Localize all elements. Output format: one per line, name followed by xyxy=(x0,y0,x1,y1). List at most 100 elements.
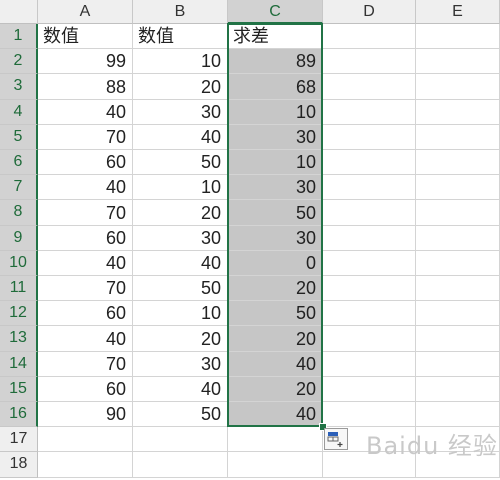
row-header-1[interactable]: 1 xyxy=(0,24,38,49)
row-header-18[interactable]: 18 xyxy=(0,452,38,478)
cell-e4[interactable] xyxy=(416,100,500,125)
row-header-6[interactable]: 6 xyxy=(0,150,38,175)
cell-b2[interactable]: 10 xyxy=(133,49,228,74)
cell-d9[interactable] xyxy=(323,226,416,251)
cell-b16[interactable]: 50 xyxy=(133,402,228,427)
cell-b12[interactable]: 10 xyxy=(133,301,228,326)
cell-a9[interactable]: 60 xyxy=(38,226,133,251)
row-header-15[interactable]: 15 xyxy=(0,377,38,402)
cell-c15[interactable]: 20 xyxy=(228,377,323,402)
row-header-7[interactable]: 7 xyxy=(0,175,38,200)
cell-c12[interactable]: 50 xyxy=(228,301,323,326)
cell-e1[interactable] xyxy=(416,24,500,49)
cell-c13[interactable]: 20 xyxy=(228,326,323,352)
row-header-14[interactable]: 14 xyxy=(0,352,38,377)
row-header-17[interactable]: 17 xyxy=(0,427,38,452)
row-header-12[interactable]: 12 xyxy=(0,301,38,326)
cell-a18[interactable] xyxy=(38,452,133,478)
cell-c7[interactable]: 30 xyxy=(228,175,323,200)
cell-e9[interactable] xyxy=(416,226,500,251)
cell-e8[interactable] xyxy=(416,200,500,226)
cell-c6[interactable]: 10 xyxy=(228,150,323,175)
cell-a6[interactable]: 60 xyxy=(38,150,133,175)
cell-e13[interactable] xyxy=(416,326,500,352)
cell-c14[interactable]: 40 xyxy=(228,352,323,377)
spreadsheet-grid[interactable]: A B C D E 1 数值 数值 求差 2 99 10 89 3 88 20 68 4 40 30 10 5 70 40 30… xyxy=(0,0,500,480)
cell-e14[interactable] xyxy=(416,352,500,377)
cell-b9[interactable]: 30 xyxy=(133,226,228,251)
row-header-13[interactable]: 13 xyxy=(0,326,38,352)
cell-c4[interactable]: 10 xyxy=(228,100,323,125)
cell-d1[interactable] xyxy=(323,24,416,49)
cell-d11[interactable] xyxy=(323,276,416,301)
row-header-4[interactable]: 4 xyxy=(0,100,38,125)
cell-e10[interactable] xyxy=(416,251,500,276)
cell-c1[interactable]: 求差 xyxy=(228,24,323,49)
cell-a8[interactable]: 70 xyxy=(38,200,133,226)
cell-b8[interactable]: 20 xyxy=(133,200,228,226)
cell-b17[interactable] xyxy=(133,427,228,452)
quick-analysis-button[interactable] xyxy=(324,428,348,450)
cell-a17[interactable] xyxy=(38,427,133,452)
cell-e2[interactable] xyxy=(416,49,500,74)
cell-b11[interactable]: 50 xyxy=(133,276,228,301)
cell-b7[interactable]: 10 xyxy=(133,175,228,200)
cell-b3[interactable]: 20 xyxy=(133,74,228,100)
cell-a15[interactable]: 60 xyxy=(38,377,133,402)
cell-c11[interactable]: 20 xyxy=(228,276,323,301)
select-all-corner[interactable] xyxy=(0,0,38,24)
row-header-2[interactable]: 2 xyxy=(0,49,38,74)
cell-a3[interactable]: 88 xyxy=(38,74,133,100)
cell-e7[interactable] xyxy=(416,175,500,200)
cell-e11[interactable] xyxy=(416,276,500,301)
column-header-a[interactable]: A xyxy=(38,0,133,24)
cell-a2[interactable]: 99 xyxy=(38,49,133,74)
cell-d14[interactable] xyxy=(323,352,416,377)
cell-a13[interactable]: 40 xyxy=(38,326,133,352)
cell-d8[interactable] xyxy=(323,200,416,226)
cell-a14[interactable]: 70 xyxy=(38,352,133,377)
cell-a11[interactable]: 70 xyxy=(38,276,133,301)
cell-d13[interactable] xyxy=(323,326,416,352)
cell-c16[interactable]: 40 xyxy=(228,402,323,427)
column-header-b[interactable]: B xyxy=(133,0,228,24)
cell-e12[interactable] xyxy=(416,301,500,326)
cell-b6[interactable]: 50 xyxy=(133,150,228,175)
cell-b14[interactable]: 30 xyxy=(133,352,228,377)
cell-d7[interactable] xyxy=(323,175,416,200)
cell-d10[interactable] xyxy=(323,251,416,276)
cell-b13[interactable]: 20 xyxy=(133,326,228,352)
cell-c17[interactable] xyxy=(228,427,323,452)
cell-d5[interactable] xyxy=(323,125,416,150)
cell-e3[interactable] xyxy=(416,74,500,100)
row-header-16[interactable]: 16 xyxy=(0,402,38,427)
cell-b1[interactable]: 数值 xyxy=(133,24,228,49)
cell-c8[interactable]: 50 xyxy=(228,200,323,226)
column-header-d[interactable]: D xyxy=(323,0,416,24)
row-header-8[interactable]: 8 xyxy=(0,200,38,226)
row-header-10[interactable]: 10 xyxy=(0,251,38,276)
cell-a16[interactable]: 90 xyxy=(38,402,133,427)
cell-a12[interactable]: 60 xyxy=(38,301,133,326)
row-header-5[interactable]: 5 xyxy=(0,125,38,150)
cell-c10[interactable]: 0 xyxy=(228,251,323,276)
cell-d12[interactable] xyxy=(323,301,416,326)
cell-d3[interactable] xyxy=(323,74,416,100)
cell-a4[interactable]: 40 xyxy=(38,100,133,125)
cell-d15[interactable] xyxy=(323,377,416,402)
cell-a5[interactable]: 70 xyxy=(38,125,133,150)
cell-c9[interactable]: 30 xyxy=(228,226,323,251)
cell-d6[interactable] xyxy=(323,150,416,175)
cell-c3[interactable]: 68 xyxy=(228,74,323,100)
cell-b15[interactable]: 40 xyxy=(133,377,228,402)
cell-a7[interactable]: 40 xyxy=(38,175,133,200)
cell-b18[interactable] xyxy=(133,452,228,478)
cell-d16[interactable] xyxy=(323,402,416,427)
cell-b5[interactable]: 40 xyxy=(133,125,228,150)
row-header-9[interactable]: 9 xyxy=(0,226,38,251)
cell-d2[interactable] xyxy=(323,49,416,74)
cell-e16[interactable] xyxy=(416,402,500,427)
column-header-c[interactable]: C xyxy=(228,0,323,24)
cell-b10[interactable]: 40 xyxy=(133,251,228,276)
cell-c18[interactable] xyxy=(228,452,323,478)
